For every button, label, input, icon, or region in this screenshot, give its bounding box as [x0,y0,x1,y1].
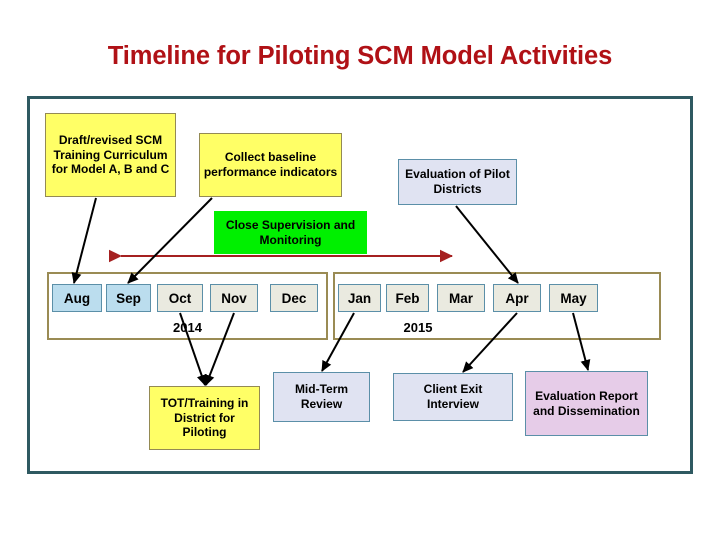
activity-box-tot-training[interactable]: TOT/Training in District for Piloting [149,386,260,450]
activity-box-client-exit-interview[interactable]: Client Exit Interview [393,373,513,421]
activity-label: Client Exit Interview [423,382,483,411]
activity-label: Evaluation Report and Dissemination [533,388,640,418]
month-chip-sep[interactable]: Sep [106,284,151,312]
month-chip-dec[interactable]: Dec [270,284,318,312]
month-chip-nov[interactable]: Nov [210,284,258,312]
month-label: Apr [505,290,529,306]
month-label: Mar [448,290,473,306]
month-label: Oct [168,290,192,306]
month-chip-apr[interactable]: Apr [493,284,541,312]
slide-canvas: Timeline for Piloting SCM Model Activiti… [0,0,720,540]
activity-label: TOT/Training in District for Piloting [160,396,249,440]
year-label-2015: 2015 [403,320,433,335]
activity-box-mid-term-review[interactable]: Mid-Term Review [273,372,370,422]
activity-label: Close Supervision and Monitoring [225,217,356,247]
month-label: Nov [221,290,247,306]
activity-label: Draft/revised SCM Training Curriculum fo… [51,133,170,177]
activity-label: Collect baseline performance indicators [203,150,338,179]
activity-label: Evaluation of Pilot Districts [405,167,510,196]
activity-box-evaluation-pilot-districts[interactable]: Evaluation of Pilot Districts [398,159,517,205]
activity-box-collect-baseline[interactable]: Collect baseline performance indicators [199,133,342,197]
page-title: Timeline for Piloting SCM Model Activiti… [107,42,613,70]
month-label: May [560,290,587,306]
month-label: Sep [116,290,141,306]
month-chip-may[interactable]: May [549,284,598,312]
month-chip-mar[interactable]: Mar [437,284,485,312]
month-label: Jan [347,290,372,306]
month-label: Aug [63,290,91,306]
month-chip-feb[interactable]: Feb [386,284,429,312]
month-chip-aug[interactable]: Aug [52,284,102,312]
activity-box-evaluation-report[interactable]: Evaluation Report and Dissemination [525,371,648,436]
month-chip-oct[interactable]: Oct [157,284,203,312]
activity-box-draft-curriculum[interactable]: Draft/revised SCM Training Curriculum fo… [45,113,176,197]
year-label-2014: 2014 [173,320,202,335]
month-label: Dec [281,290,307,306]
month-chip-jan[interactable]: Jan [338,284,381,312]
activity-box-close-supervision[interactable]: Close Supervision and Monitoring [214,211,367,254]
activity-label: Mid-Term Review [294,382,349,411]
month-label: Feb [395,290,420,306]
